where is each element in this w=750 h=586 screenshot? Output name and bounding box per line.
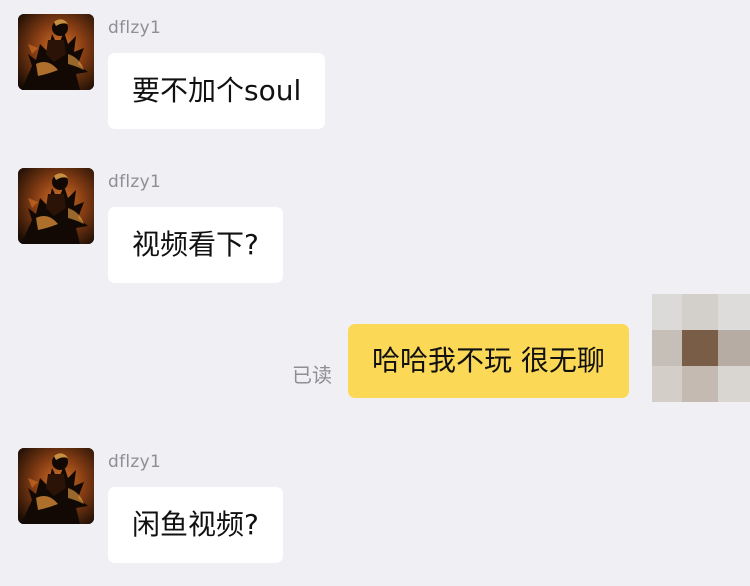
shadow-warrior-avatar-icon [18,168,94,244]
message-row: dflzy1 要不加个soul [18,14,618,144]
message-row-outgoing: 已读 哈哈我不玩 很无聊 [280,292,750,402]
avatar[interactable] [18,14,94,90]
shadow-warrior-avatar-icon [18,14,94,90]
sender-name: dflzy1 [108,18,162,38]
sender-name: dflzy1 [108,172,162,192]
message-bubble[interactable]: 视频看下? [108,207,283,283]
message-bubble-outgoing[interactable]: 哈哈我不玩 很无聊 [348,324,629,398]
message-row: dflzy1 闲鱼视频? [18,448,618,578]
avatar[interactable] [18,448,94,524]
read-status: 已读 [292,363,332,387]
shadow-warrior-avatar-icon [18,448,94,524]
pixelated-avatar-icon[interactable] [652,292,750,402]
sender-name: dflzy1 [108,452,162,472]
message-row: dflzy1 视频看下? [18,168,618,298]
message-bubble[interactable]: 要不加个soul [108,53,326,129]
message-bubble[interactable]: 闲鱼视频? [108,487,283,563]
avatar[interactable] [18,168,94,244]
